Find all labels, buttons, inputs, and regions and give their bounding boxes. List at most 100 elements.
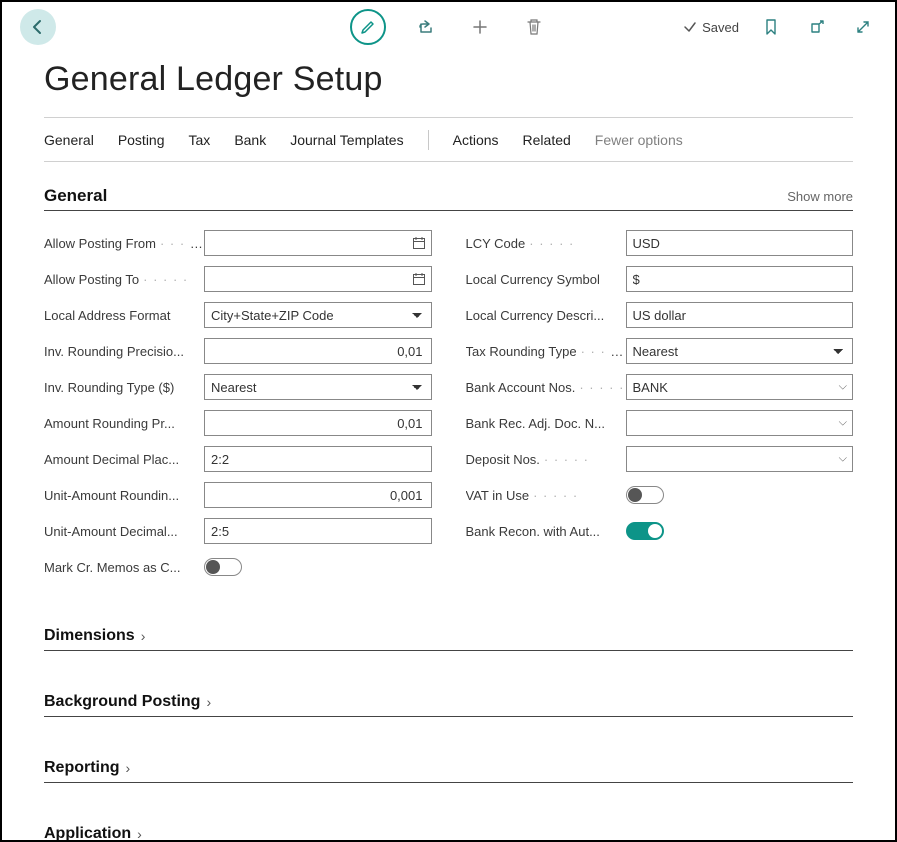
field-label: LCY Code· · · · · (466, 236, 626, 251)
field-row-inv-rounding-precisio: Inv. Rounding Precisio... (44, 333, 432, 369)
pencil-icon (360, 19, 376, 35)
popout-icon (809, 19, 825, 35)
expand-button[interactable] (849, 13, 877, 41)
tab-separator (428, 130, 429, 150)
field-row-allow-posting-from: Allow Posting From· · · · · (44, 225, 432, 261)
field-row-lcy-code: LCY Code· · · · · (466, 225, 854, 261)
field-label: Deposit Nos.· · · · · (466, 452, 626, 467)
page-title: General Ledger Setup (44, 60, 853, 99)
field-row-local-address-format: Local Address FormatCity+State+ZIP Code (44, 297, 432, 333)
field-row-allow-posting-to: Allow Posting To· · · · · (44, 261, 432, 297)
bank-recon-with-aut-toggle[interactable] (626, 522, 664, 540)
mark-cr-memos-as-c-toggle[interactable] (204, 558, 242, 576)
field-row-deposit-nos: Deposit Nos.· · · · ·⌵ (466, 441, 854, 477)
share-button[interactable] (412, 13, 440, 41)
general-left-column: Allow Posting From· · · · · Allow Posting… (44, 225, 432, 585)
field-label: Bank Account Nos.· · · · · (466, 380, 626, 395)
bookmark-button[interactable] (757, 13, 785, 41)
field-label: Unit-Amount Roundin... (44, 488, 204, 503)
fewer-options[interactable]: Fewer options (595, 128, 683, 152)
bank-account-nos-lookup[interactable] (626, 374, 854, 400)
bookmark-icon (764, 18, 778, 36)
expand-icon (855, 19, 871, 35)
tabs-row: General Posting Tax Bank Journal Templat… (44, 118, 853, 162)
section-title: Reporting (44, 759, 120, 777)
unit-amount-decimal-input[interactable] (204, 518, 432, 544)
chevron-right-icon: › (141, 628, 146, 644)
allow-posting-from-input[interactable] (204, 230, 432, 256)
page-body: General Ledger Setup General Posting Tax… (2, 60, 895, 842)
field-row-mark-cr-memos-as-c: Mark Cr. Memos as C... (44, 549, 432, 585)
field-label: Unit-Amount Decimal... (44, 524, 204, 539)
section-reporting[interactable]: Reporting › (44, 759, 853, 783)
action-related[interactable]: Related (523, 128, 571, 152)
tab-bank[interactable]: Bank (234, 128, 266, 152)
field-row-local-currency-descri: Local Currency Descri... (466, 297, 854, 333)
local-address-format-select[interactable]: City+State+ZIP Code (204, 302, 432, 328)
deposit-nos-lookup[interactable] (626, 446, 854, 472)
field-label: Allow Posting To· · · · · (44, 272, 204, 287)
edit-button[interactable] (350, 9, 386, 45)
field-label: Bank Rec. Adj. Doc. N... (466, 416, 626, 431)
delete-button[interactable] (520, 13, 548, 41)
vat-in-use-toggle[interactable] (626, 486, 664, 504)
action-actions[interactable]: Actions (453, 128, 499, 152)
field-row-amount-decimal-plac: Amount Decimal Plac... (44, 441, 432, 477)
check-icon (683, 20, 697, 34)
field-label: Allow Posting From· · · · · (44, 236, 204, 251)
field-row-amount-rounding-pr: Amount Rounding Pr... (44, 405, 432, 441)
plus-icon (471, 18, 489, 36)
field-label: Local Currency Descri... (466, 308, 626, 323)
local-currency-symbol-input[interactable] (626, 266, 854, 292)
back-button[interactable] (20, 9, 56, 45)
tab-tax[interactable]: Tax (189, 128, 211, 152)
tab-general[interactable]: General (44, 128, 94, 152)
unit-amount-roundin-input[interactable] (204, 482, 432, 508)
local-currency-descri-input[interactable] (626, 302, 854, 328)
section-general-title: General (44, 186, 107, 206)
field-row-tax-rounding-type: Tax Rounding Type· · · · ·Nearest (466, 333, 854, 369)
toolbar-right: Saved (683, 13, 877, 41)
field-label: Amount Decimal Plac... (44, 452, 204, 467)
tax-rounding-type-select[interactable]: Nearest (626, 338, 854, 364)
share-icon (417, 18, 435, 36)
section-background-posting[interactable]: Background Posting › (44, 693, 853, 717)
popout-button[interactable] (803, 13, 831, 41)
arrow-left-icon (30, 19, 46, 35)
lcy-code-input[interactable] (626, 230, 854, 256)
tab-posting[interactable]: Posting (118, 128, 165, 152)
bank-rec-adj-doc-n-lookup[interactable] (626, 410, 854, 436)
window: Saved General Ledger Setup General Posti… (0, 0, 897, 842)
section-title: Background Posting (44, 693, 200, 711)
allow-posting-to-input[interactable] (204, 266, 432, 292)
chevron-right-icon: › (126, 760, 131, 776)
field-row-bank-account-nos: Bank Account Nos.· · · · ·⌵ (466, 369, 854, 405)
general-right-column: LCY Code· · · · · Local Currency Symbol Lo… (466, 225, 854, 585)
new-button[interactable] (466, 13, 494, 41)
inv-rounding-type-select[interactable]: Nearest (204, 374, 432, 400)
field-row-bank-recon-with-aut: Bank Recon. with Aut... (466, 513, 854, 549)
show-more-link[interactable]: Show more (787, 189, 853, 204)
field-row-inv-rounding-type: Inv. Rounding Type ($)Nearest (44, 369, 432, 405)
field-label: Bank Recon. with Aut... (466, 524, 626, 539)
general-columns: Allow Posting From· · · · · Allow Posting… (44, 225, 853, 585)
chevron-right-icon: › (206, 694, 211, 710)
trash-icon (526, 18, 542, 36)
section-application[interactable]: Application› (44, 825, 853, 842)
section-dimensions[interactable]: Dimensions › (44, 627, 853, 651)
section-title: Application (44, 825, 131, 842)
field-label: Inv. Rounding Type ($) (44, 380, 204, 395)
field-label: Inv. Rounding Precisio... (44, 344, 204, 359)
section-title: Dimensions (44, 627, 135, 645)
field-label: Amount Rounding Pr... (44, 416, 204, 431)
top-toolbar: Saved (2, 2, 895, 52)
collapsed-sections: Dimensions › Background Posting › Reporting ›… (44, 627, 853, 842)
field-label: Local Currency Symbol (466, 272, 626, 287)
tab-journal-templates[interactable]: Journal Templates (290, 128, 403, 152)
amount-rounding-pr-input[interactable] (204, 410, 432, 436)
field-row-bank-rec-adj-doc-n: Bank Rec. Adj. Doc. N...⌵ (466, 405, 854, 441)
field-label: Mark Cr. Memos as C... (44, 560, 204, 575)
inv-rounding-precisio-input[interactable] (204, 338, 432, 364)
field-row-unit-amount-roundin: Unit-Amount Roundin... (44, 477, 432, 513)
amount-decimal-plac-input[interactable] (204, 446, 432, 472)
